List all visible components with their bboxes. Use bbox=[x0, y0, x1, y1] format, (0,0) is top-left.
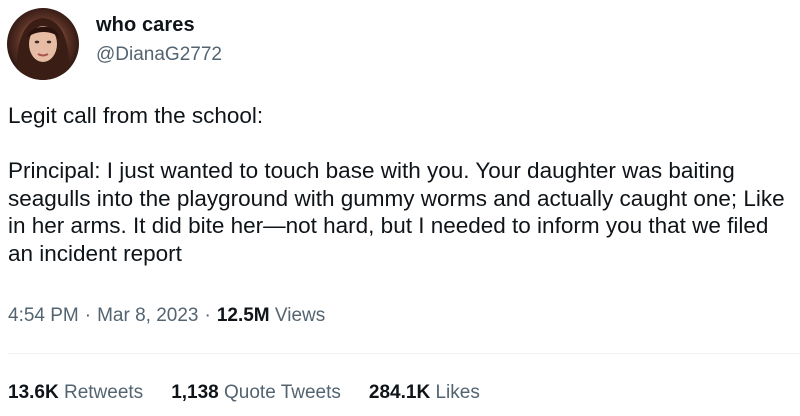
user-handle[interactable]: @DianaG2772 bbox=[96, 44, 222, 66]
views-count: 12.5M bbox=[216, 305, 270, 326]
divider bbox=[8, 353, 800, 354]
meta-separator: · bbox=[84, 305, 92, 326]
retweets-label: Retweets bbox=[63, 382, 144, 403]
retweets-stat[interactable]: 13.6K Retweets bbox=[8, 382, 143, 404]
avatar[interactable] bbox=[7, 8, 79, 80]
tweet-time[interactable]: 4:54 PM bbox=[8, 305, 79, 326]
views-label: Views bbox=[274, 305, 326, 326]
display-name[interactable]: who cares bbox=[96, 14, 195, 37]
likes-stat[interactable]: 284.1K Likes bbox=[369, 382, 480, 404]
quote-tweets-count: 1,138 bbox=[171, 382, 219, 403]
quote-tweets-stat[interactable]: 1,138 Quote Tweets bbox=[171, 382, 341, 404]
likes-label: Likes bbox=[435, 382, 480, 403]
tweet-text: Legit call from the school: Principal: I… bbox=[8, 103, 785, 266]
avatar-portrait bbox=[16, 18, 70, 80]
retweets-count: 13.6K bbox=[8, 382, 59, 403]
likes-count: 284.1K bbox=[368, 382, 431, 403]
tweet-meta: 4:54 PM · Mar 8, 2023 · 12.5M Views bbox=[8, 305, 325, 327]
quote-tweets-label: Quote Tweets bbox=[224, 382, 341, 403]
meta-separator: · bbox=[204, 305, 211, 326]
tweet-stats: 13.6K Retweets 1,138 Quote Tweets 284.1K… bbox=[8, 382, 508, 404]
tweet-date[interactable]: Mar 8, 2023 bbox=[97, 305, 198, 326]
